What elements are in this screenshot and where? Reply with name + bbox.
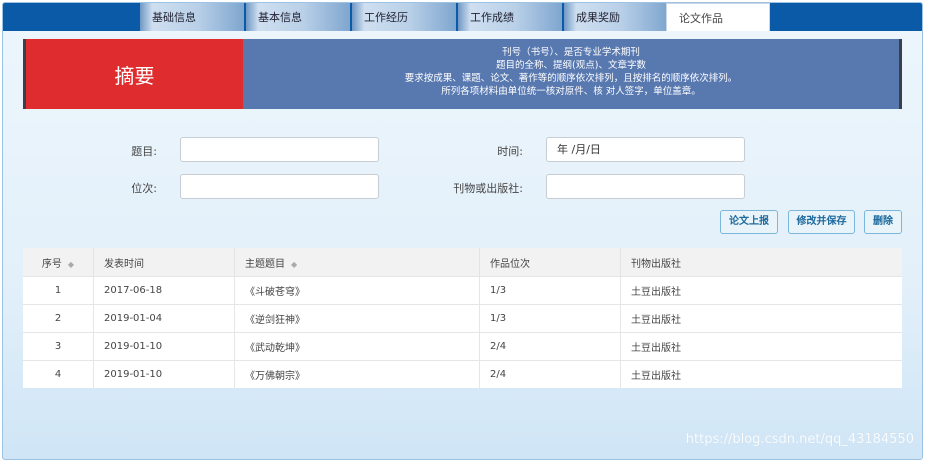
tab-basic-info-2[interactable]: 基本信息 [246, 3, 350, 31]
table-header-row: 序号 ◆ 发表时间 主题题目 ◆ 作品位次 刊物出版社 [23, 248, 902, 277]
tab-bar: 基础信息 基本信息 工作经历 工作成绩 成果奖励 论文作品 [3, 3, 922, 31]
summary-line: 所列各项材料由单位统一核对原件、核 对人签字，单位盖章。 [441, 86, 701, 97]
time-label: 时间: [497, 145, 523, 158]
cell-date: 2019-01-10 [93, 332, 235, 361]
cell-publisher: 土豆出版社 [620, 276, 902, 305]
cell-publisher: 土豆出版社 [620, 360, 902, 388]
cell-index: 2 [23, 304, 94, 333]
cell-title: 《斗破苍穹》 [234, 276, 480, 305]
col-rank-header: 作品位次 [479, 248, 621, 277]
title-label: 题目: [131, 145, 157, 158]
cell-index: 3 [23, 332, 94, 361]
tab-work-experience[interactable]: 工作经历 [352, 3, 456, 31]
cell-rank: 2/4 [479, 332, 621, 361]
table-row[interactable]: 3 2019-01-10 《武动乾坤》 2/4 土豆出版社 [23, 332, 902, 361]
summary-line: 要求按成果、课题、论文、著作等的顺序依次排列，且按排名的顺序依次排列。 [404, 73, 738, 84]
tab-papers[interactable]: 论文作品 [666, 3, 770, 31]
delete-button[interactable]: 删除 [864, 210, 902, 234]
upload-paper-button[interactable]: 论文上报 [720, 210, 778, 234]
col-index-header[interactable]: 序号 ◆ [23, 248, 94, 277]
col-date-header: 发表时间 [93, 248, 235, 277]
time-input[interactable]: 年 /月/日 [546, 137, 745, 162]
col-index-label: 序号 [41, 258, 62, 270]
table-row[interactable]: 4 2019-01-10 《万佛朝宗》 2/4 土豆出版社 [23, 360, 902, 388]
watermark-url: https://blog.csdn.net/qq_43184550 [685, 432, 914, 447]
cell-index: 1 [23, 276, 94, 305]
cell-date: 2017-06-18 [93, 276, 235, 305]
table-row[interactable]: 1 2017-06-18 《斗破苍穹》 1/3 土豆出版社 [23, 276, 902, 305]
cell-title: 《武动乾坤》 [234, 332, 480, 361]
cell-rank: 1/3 [479, 276, 621, 305]
cell-index: 4 [23, 360, 94, 388]
main-panel: 基础信息 基本信息 工作经历 工作成绩 成果奖励 论文作品 摘要 刊号（书号）、… [2, 2, 923, 460]
cell-publisher: 土豆出版社 [620, 332, 902, 361]
summary-banner: 摘要 刊号（书号）、是否专业学术期刊 题目的全称、提纲(观点)、文章字数 要求按… [23, 39, 902, 109]
publisher-label: 刊物或出版社: [453, 182, 523, 195]
papers-table: 序号 ◆ 发表时间 主题题目 ◆ 作品位次 刊物出版社 1 2017-06-18 《… [23, 248, 902, 388]
summary-title: 摘要 [26, 39, 243, 109]
title-input[interactable] [180, 137, 379, 162]
publisher-input[interactable] [546, 174, 745, 199]
sort-icon[interactable]: ◆ [291, 260, 297, 269]
tab-basic-info-1[interactable]: 基础信息 [140, 3, 244, 31]
sort-icon[interactable]: ◆ [68, 260, 74, 269]
col-title-label: 主题题目 [245, 258, 285, 270]
summary-text: 刊号（书号）、是否专业学术期刊 题目的全称、提纲(观点)、文章字数 要求按成果、… [243, 46, 899, 98]
summary-line: 刊号（书号）、是否专业学术期刊 [502, 47, 640, 58]
cell-rank: 2/4 [479, 360, 621, 388]
cell-title: 《逆剑狂神》 [234, 304, 480, 333]
rank-input[interactable] [180, 174, 379, 199]
table-row[interactable]: 2 2019-01-04 《逆剑狂神》 1/3 土豆出版社 [23, 304, 902, 333]
col-publisher-header: 刊物出版社 [620, 248, 902, 277]
cell-title: 《万佛朝宗》 [234, 360, 480, 388]
summary-line: 题目的全称、提纲(观点)、文章字数 [496, 60, 646, 71]
tab-work-achievements[interactable]: 工作成绩 [458, 3, 562, 31]
cell-rank: 1/3 [479, 304, 621, 333]
rank-label: 位次: [131, 182, 157, 195]
col-title-header[interactable]: 主题题目 ◆ [234, 248, 480, 277]
save-changes-button[interactable]: 修改并保存 [788, 210, 855, 234]
cell-date: 2019-01-10 [93, 360, 235, 388]
cell-date: 2019-01-04 [93, 304, 235, 333]
cell-publisher: 土豆出版社 [620, 304, 902, 333]
tab-awards[interactable]: 成果奖励 [564, 3, 667, 31]
